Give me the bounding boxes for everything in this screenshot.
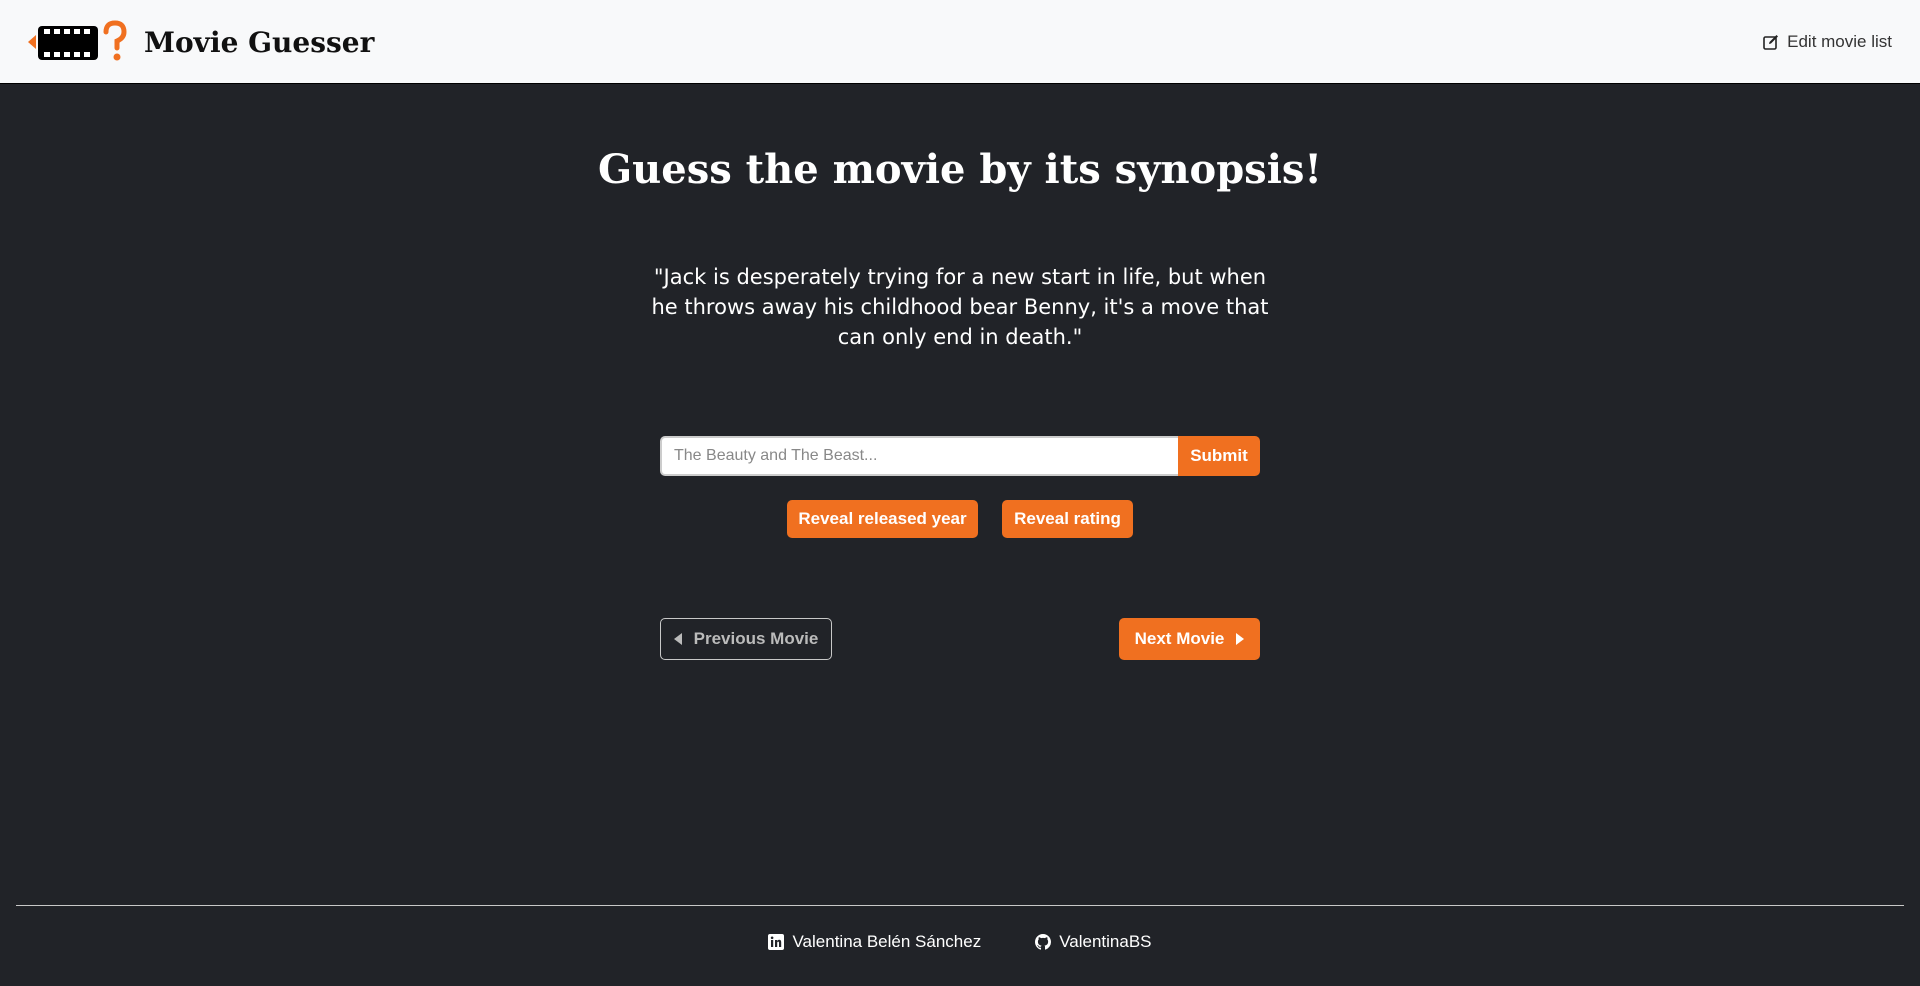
brand-title: Movie Guesser	[144, 25, 375, 59]
guess-input[interactable]	[660, 436, 1178, 476]
footer-divider	[16, 905, 1904, 906]
edit-icon	[1763, 35, 1779, 50]
linkedin-icon	[768, 934, 785, 950]
linkedin-link[interactable]: Valentina Belén Sánchez	[768, 930, 981, 954]
guess-form: Submit	[660, 436, 1260, 476]
caret-right-icon	[1236, 633, 1245, 645]
reveal-rating-button[interactable]: Reveal rating	[1002, 500, 1133, 538]
submit-button[interactable]: Submit	[1178, 436, 1260, 476]
edit-movie-list-link[interactable]: Edit movie list	[1763, 29, 1892, 55]
previous-movie-button[interactable]: Previous Movie	[660, 618, 832, 660]
linkedin-label: Valentina Belén Sánchez	[792, 932, 982, 951]
github-label: ValentinaBS	[1059, 932, 1152, 951]
previous-movie-label: Previous Movie	[693, 629, 819, 648]
caret-left-icon	[673, 633, 682, 645]
movie-synopsis: "Jack is desperately trying for a new st…	[651, 265, 1269, 349]
brand[interactable]: Movie Guesser	[26, 20, 374, 64]
next-movie-label: Next Movie	[1134, 629, 1225, 648]
github-icon	[1035, 934, 1052, 950]
github-link[interactable]: ValentinaBS	[1035, 930, 1152, 954]
reveal-year-button[interactable]: Reveal released year	[787, 500, 978, 538]
navbar: Movie Guesser Edit movie list	[0, 0, 1920, 84]
next-movie-button[interactable]: Next Movie	[1119, 618, 1260, 660]
film-question-icon	[28, 20, 127, 61]
edit-movie-list-label: Edit movie list	[1787, 32, 1892, 51]
page-title: Guess the movie by its synopsis!	[598, 146, 1322, 193]
footer: Valentina Belén Sánchez ValentinaBS	[0, 930, 1920, 954]
